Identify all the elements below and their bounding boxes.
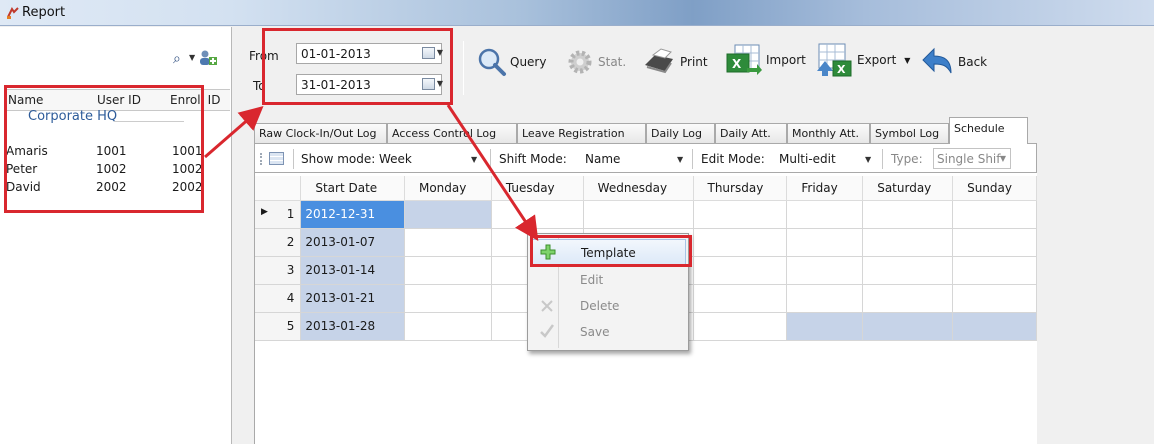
annotation-arrows <box>204 104 539 241</box>
arrow-employees-to-dates <box>204 106 264 159</box>
arrow-dates-to-template <box>446 104 539 241</box>
tab-schedule[interactable]: Schedule <box>949 117 1028 144</box>
